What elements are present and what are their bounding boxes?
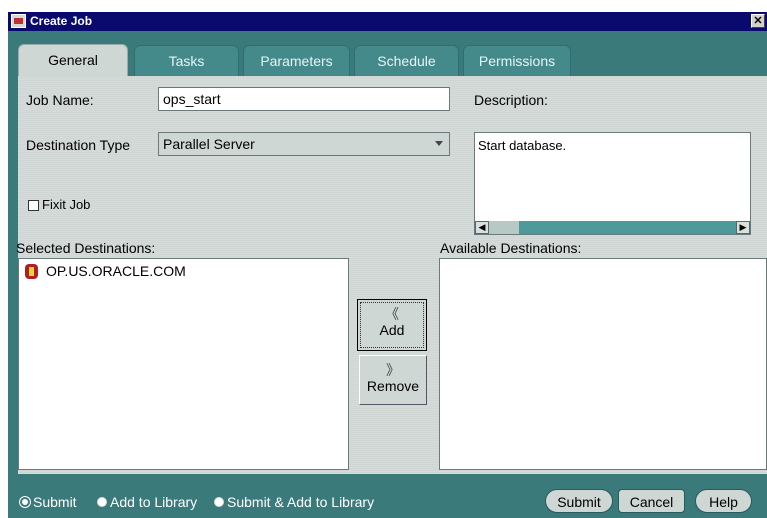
selected-destinations-label: Selected Destinations:	[16, 240, 156, 256]
fixit-checkbox[interactable]	[28, 200, 39, 211]
add-button[interactable]: 《 Add	[357, 299, 427, 351]
scroll-right-icon[interactable]: ▶	[736, 221, 750, 234]
radio-button[interactable]	[20, 497, 30, 507]
tab-tasks[interactable]: Tasks	[134, 45, 239, 77]
job-name-input[interactable]: ops_start	[158, 87, 450, 111]
footer-bar: Submit Add to Library Submit & Add to Li…	[8, 484, 767, 518]
database-icon	[25, 263, 38, 279]
help-button[interactable]: Help	[695, 489, 752, 513]
window-title: Create Job	[30, 14, 93, 28]
selected-destinations-list[interactable]: OP.US.ORACLE.COM	[18, 258, 349, 470]
job-name-label: Job Name:	[26, 92, 94, 108]
destination-type-label: Destination Type	[26, 137, 131, 153]
create-job-window: Create Job ✕ General Tasks Parameters Sc…	[8, 12, 767, 518]
chevrons-right-icon: 》	[386, 362, 400, 378]
description-label: Description:	[474, 92, 548, 108]
close-icon[interactable]: ✕	[751, 14, 765, 28]
radio-label: Add to Library	[110, 494, 198, 510]
chevrons-left-icon: 《	[385, 306, 399, 322]
destination-type-value: Parallel Server	[163, 136, 255, 152]
tab-parameters[interactable]: Parameters	[243, 45, 350, 77]
fixit-label: Fixit Job	[42, 197, 91, 212]
scroll-thumb[interactable]	[489, 221, 519, 234]
destination-name: OP.US.ORACLE.COM	[46, 263, 186, 279]
tab-schedule[interactable]: Schedule	[354, 45, 459, 77]
description-textarea[interactable]: Start database. ◀ ▶	[474, 132, 751, 235]
remove-button-label: Remove	[366, 378, 420, 394]
radio-label: Submit	[33, 494, 77, 510]
general-panel: Job Name: ops_start Description: Destina…	[16, 76, 767, 474]
destination-type-select[interactable]: Parallel Server	[158, 132, 450, 156]
chevron-down-icon	[435, 141, 443, 146]
remove-button[interactable]: 》 Remove	[359, 355, 427, 405]
submit-button[interactable]: Submit	[545, 489, 613, 513]
radio-submit-and-add[interactable]: Submit & Add to Library	[214, 494, 374, 510]
radio-submit[interactable]: Submit	[20, 494, 77, 510]
radio-add-to-library[interactable]: Add to Library	[97, 494, 197, 510]
add-button-label: Add	[379, 322, 405, 338]
scroll-left-icon[interactable]: ◀	[475, 221, 489, 234]
radio-label: Submit & Add to Library	[227, 494, 375, 510]
radio-button[interactable]	[97, 497, 107, 507]
tab-general[interactable]: General	[18, 44, 128, 78]
available-destinations-label: Available Destinations:	[440, 240, 582, 256]
available-destinations-list[interactable]	[439, 258, 767, 470]
list-item[interactable]: OP.US.ORACLE.COM	[25, 263, 186, 279]
description-text: Start database.	[478, 138, 567, 153]
title-bar: Create Job ✕	[8, 12, 767, 31]
tab-permissions[interactable]: Permissions	[463, 45, 571, 77]
cancel-button[interactable]: Cancel	[618, 489, 685, 513]
app-icon	[11, 14, 26, 28]
radio-button[interactable]	[214, 497, 224, 507]
horizontal-scrollbar[interactable]: ◀ ▶	[475, 221, 750, 234]
